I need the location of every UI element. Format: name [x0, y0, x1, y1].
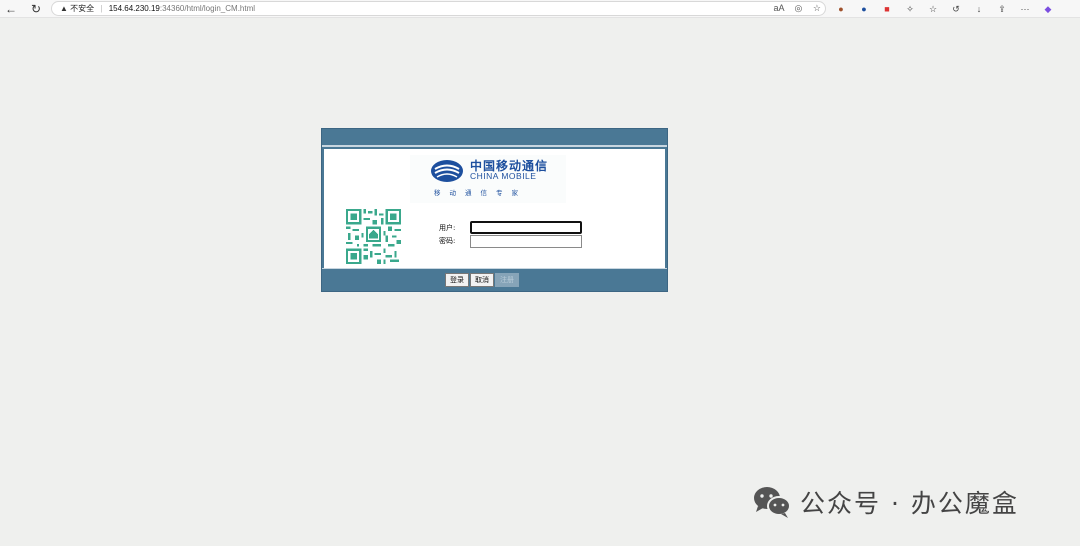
address-separator: | — [100, 4, 103, 13]
login-header-bar — [322, 129, 667, 147]
logo-en-name: CHINA MOBILE — [470, 171, 537, 181]
cancel-button[interactable]: 取消 — [470, 273, 494, 287]
favorites-icon[interactable]: ☆ — [926, 2, 940, 16]
logo-slogan: 移动通信专家 — [434, 189, 527, 197]
reload-icon[interactable]: ↻ — [28, 1, 44, 17]
extension-toolbar: ● ● ■ ✧ ☆ ↺ ↓ ⇪ ··· ◆ — [834, 1, 1055, 17]
password-input[interactable] — [470, 235, 582, 248]
qr-code-image — [346, 209, 401, 264]
extensions-icon[interactable]: ✧ — [903, 2, 917, 16]
history-icon[interactable]: ↺ — [949, 2, 963, 16]
security-label: 不安全 — [70, 4, 95, 13]
extension-blue-icon[interactable]: ● — [857, 2, 871, 16]
extension-red-icon[interactable]: ■ — [880, 2, 894, 16]
username-input[interactable] — [470, 221, 582, 234]
more-menu-icon[interactable]: ··· — [1018, 2, 1032, 16]
back-icon[interactable]: ← — [3, 1, 19, 17]
login-footer-bar: 登录 取消 注册 — [322, 268, 667, 291]
china-mobile-logo: 中国移动通信 CHINA MOBILE 移动通信专家 — [410, 155, 566, 203]
register-button: 注册 — [495, 273, 519, 287]
share-icon[interactable]: ⇪ — [995, 2, 1009, 16]
watermark-text: 公众号 · 办公魔盒 — [800, 489, 1019, 518]
url-path: :34360/html/login_CM.html — [159, 4, 256, 13]
url-host: 154.64.230.19 — [108, 4, 160, 13]
wechat-icon — [754, 487, 791, 518]
address-bar-actions: aA ◎ ☆ — [766, 2, 821, 15]
extension-cookie-icon[interactable]: ● — [834, 2, 848, 16]
login-button[interactable]: 登录 — [445, 273, 469, 287]
login-body: 中国移动通信 CHINA MOBILE 移动通信专家 用户: 密码: — [324, 149, 665, 268]
favorite-star-icon[interactable]: ☆ — [813, 3, 821, 13]
login-panel: 中国移动通信 CHINA MOBILE 移动通信专家 用户: 密码: 登录 取消… — [321, 128, 668, 292]
copilot-icon[interactable]: ◆ — [1041, 2, 1055, 16]
downloads-icon[interactable]: ↓ — [972, 2, 986, 16]
china-mobile-logo-mark-icon — [431, 160, 463, 182]
translate-icon[interactable]: ◎ — [795, 3, 803, 13]
warning-icon: ▲ — [60, 4, 68, 13]
username-label: 用户: — [439, 224, 456, 232]
read-aloud-icon[interactable]: aA — [774, 3, 785, 13]
address-bar[interactable]: ▲ 不安全 | 154.64.230.19:34360/html/login_C… — [51, 1, 826, 16]
wechat-watermark: 公众号 · 办公魔盒 — [752, 482, 1019, 522]
browser-toolbar: ← ↻ ▲ 不安全 | 154.64.230.19:34360/html/log… — [0, 0, 1080, 18]
password-label: 密码: — [439, 237, 456, 245]
